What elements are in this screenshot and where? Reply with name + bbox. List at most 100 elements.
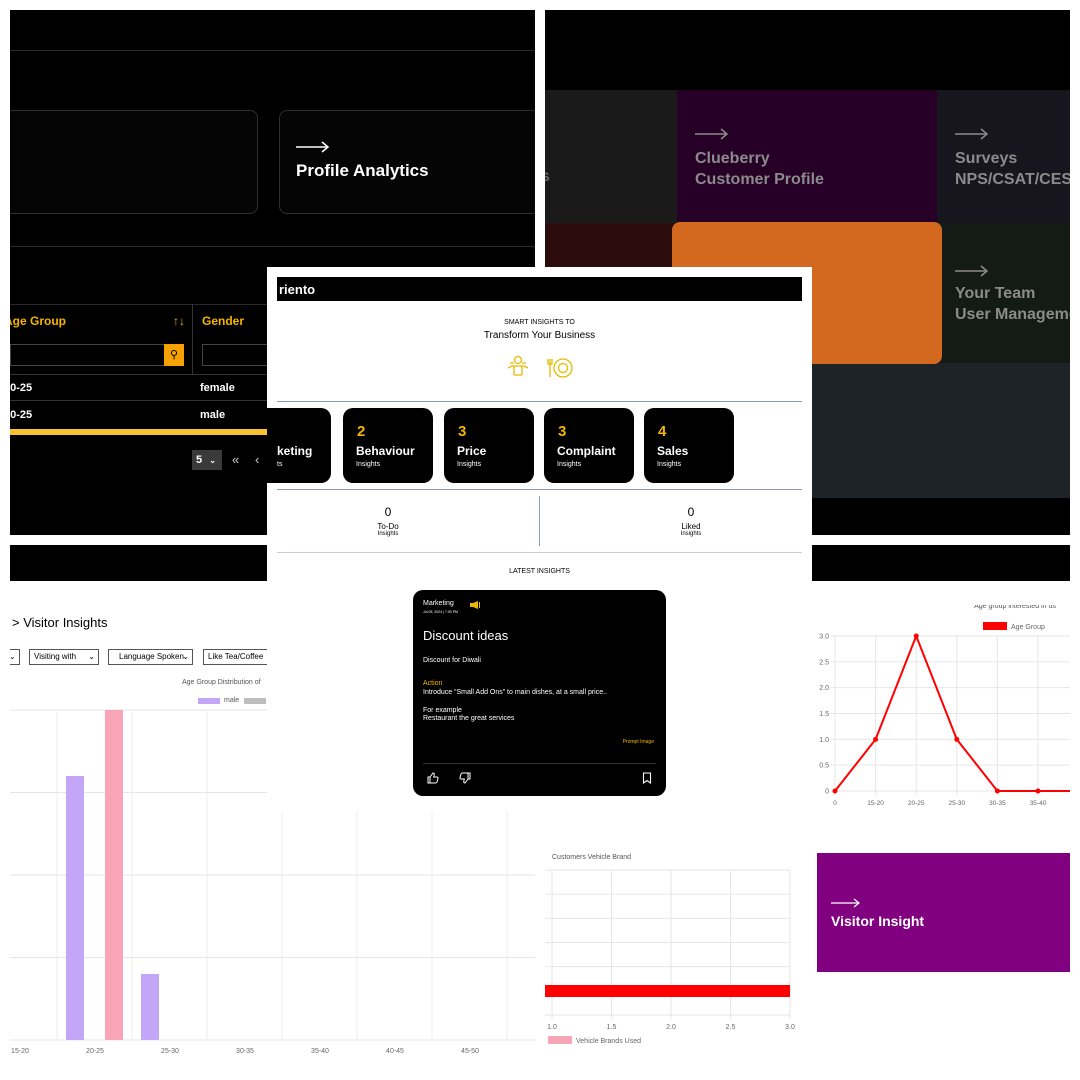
divider [277, 489, 802, 490]
bar [105, 710, 123, 1040]
chevron-down-icon: ⌄ [182, 652, 189, 661]
x-tick-label: 45-50 [461, 1048, 479, 1055]
filter-language-spoken[interactable]: Language Spoken ⌄ [108, 649, 193, 665]
divider [277, 552, 802, 553]
divider [423, 763, 656, 764]
arrow-right-icon [296, 141, 330, 153]
y-tick-label: 0.5 [819, 763, 829, 770]
insight-card-count: 3 [458, 423, 467, 440]
insights-overlay: riento SMART INSIGHTS TO Transform Your … [267, 267, 812, 812]
insight-action-label: Action [423, 680, 443, 687]
arrow-right-icon [955, 128, 989, 140]
insight-card-behaviour[interactable]: 2 Behaviour Insights [343, 408, 433, 483]
first-page-button[interactable]: « [232, 452, 239, 467]
latest-insights-heading: LATEST INSIGHTS [509, 568, 570, 575]
filter-like-tea-coffee[interactable]: Like Tea/Coffee [203, 649, 273, 665]
visitor-insight-tile[interactable]: Visitor Insight [817, 853, 1070, 972]
tile-partial-left[interactable]: s [545, 90, 677, 223]
bookmark-icon[interactable] [642, 772, 652, 784]
x-tick-label: 25-30 [948, 800, 965, 807]
stat-count: 0 [384, 505, 392, 519]
bar-chart-title: Age Group Distribution of [182, 679, 261, 686]
legend-label: Vehicle Brands Used [576, 1038, 641, 1045]
insight-card-marketing[interactable]: keting ts [267, 408, 331, 483]
arrow-right-icon [695, 128, 729, 140]
chart-title: Age group interested in us [974, 605, 1056, 610]
x-tick-label: 30-35 [236, 1048, 254, 1055]
age-cell: 20-25 [10, 382, 33, 394]
insight-card-sub: Insights [557, 461, 582, 468]
thumbs-up-icon[interactable] [427, 772, 439, 784]
brand-logo-text: riento [279, 282, 316, 297]
insight-example-text: Restaurant the great services [423, 715, 515, 722]
y-tick-label: 0 [825, 789, 829, 796]
insight-card-complaint[interactable]: 3 Complaint Insights [544, 408, 634, 483]
sort-icon[interactable]: ↑↓ [173, 314, 185, 328]
dining-plate-icon [547, 358, 573, 378]
page-size-select[interactable]: 5 ⌄ [192, 450, 222, 470]
thumbs-down-icon[interactable] [459, 772, 471, 784]
x-tick-label: 35-40 [311, 1048, 329, 1055]
stat-label: To-Do [377, 522, 399, 531]
filter-label: Language Spoken [119, 652, 184, 661]
tile-label-line2: Customer Profile [695, 171, 824, 188]
profile-analytics-card[interactable]: Profile Analytics [279, 110, 535, 214]
insight-card-sub: Insights [657, 461, 682, 468]
bar [141, 974, 159, 1040]
x-tick-label: 35-40 [1030, 800, 1047, 807]
age-group-filter-input[interactable] [10, 344, 166, 366]
analytics-card-left[interactable] [10, 110, 258, 214]
gender-cell: male [200, 409, 226, 421]
x-tick-label: 40-45 [386, 1048, 404, 1055]
x-tick-label: 25-30 [161, 1048, 179, 1055]
data-point [873, 736, 879, 742]
insight-card-name: keting [277, 444, 313, 458]
tile-clueberry-customer-profile[interactable]: Clueberry Customer Profile [677, 90, 937, 223]
data-point [913, 633, 919, 639]
filter-visiting-with[interactable]: Visiting with ⌄ [29, 649, 99, 665]
tile-user-management[interactable]: Your Team User Management [937, 223, 1070, 363]
legend-label: Age Group [1011, 624, 1045, 631]
x-tick-label: 15-20 [11, 1048, 29, 1055]
gender-header-label: Gender [202, 314, 245, 328]
vehicle-brand-bar-chart: Customers Vehicle Brand 1.0 1.5 2.0 2.5 3.0 Ve… [545, 854, 795, 1045]
prev-page-button[interactable]: ‹ [255, 452, 259, 467]
insight-card-sub: Insights [356, 461, 381, 468]
divider [277, 401, 802, 402]
tile-label-line2: User Management [955, 306, 1070, 323]
age-cell: 20-25 [10, 409, 33, 421]
insight-card-sales[interactable]: 4 Sales Insights [644, 408, 734, 483]
column-header-age-group[interactable]: Age Group ↑↓ ⚲ [10, 304, 193, 374]
profile-analytics-title: Profile Analytics [296, 161, 429, 180]
insight-category: Marketing [423, 600, 454, 607]
insight-title: Discount ideas [423, 628, 509, 643]
insight-card-sub: Insights [457, 461, 482, 468]
y-tick-label: 2.5 [819, 659, 829, 666]
tagline-big: Transform Your Business [483, 330, 596, 341]
bar [545, 985, 790, 997]
data-point [954, 736, 960, 742]
filter-label: Like Tea/Coffee [208, 652, 264, 661]
insight-card-count: 4 [658, 423, 667, 440]
top-navbar: riento [277, 277, 802, 301]
insight-card-count: 3 [558, 423, 567, 440]
arrow-right-icon [955, 265, 989, 277]
prompt-image-link[interactable]: Prompt Image [623, 739, 654, 745]
x-tick-label: 1.5 [607, 1024, 617, 1031]
divider [10, 246, 535, 247]
bar [66, 776, 84, 1040]
legend-swatch [983, 622, 1007, 630]
gender-cell: female [200, 382, 235, 394]
tile-surveys[interactable]: Surveys NPS/CSAT/CES [937, 90, 1070, 223]
x-tick-label: 20-25 [908, 800, 925, 807]
y-tick-label: 2.0 [819, 685, 829, 692]
page-size-value: 5 [196, 454, 203, 466]
x-tick-label: 1.0 [547, 1024, 557, 1031]
latest-insight-card[interactable]: Marketing Jul 09, 2024 | 7:00 PM Discoun… [413, 590, 666, 796]
insight-card-name: Complaint [557, 444, 616, 458]
data-point [832, 788, 838, 794]
x-tick-label: 3.0 [785, 1024, 795, 1031]
filter-select-partial[interactable]: ⌄ [10, 649, 20, 665]
insight-card-price[interactable]: 3 Price Insights [444, 408, 534, 483]
search-icon[interactable]: ⚲ [164, 344, 184, 366]
